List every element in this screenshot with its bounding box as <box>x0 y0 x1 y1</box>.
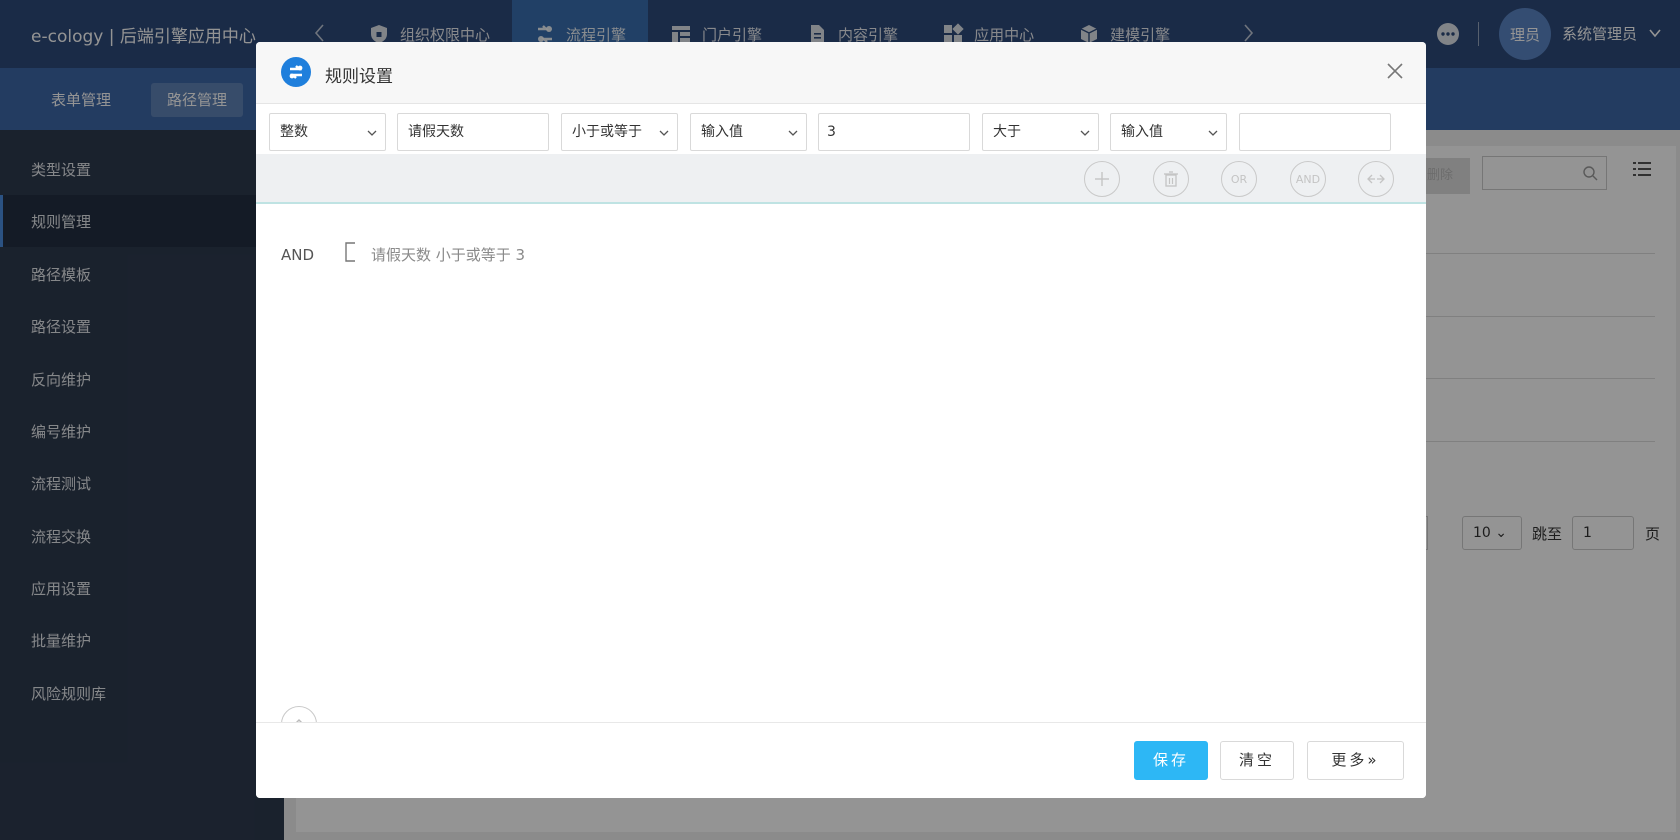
value-type2-value: 输入值 <box>1121 124 1163 140</box>
double-chevron-right-icon: » <box>1367 751 1380 769</box>
operator1-select[interactable]: 小于或等于 <box>561 113 678 151</box>
chevron-down-icon <box>367 130 377 136</box>
field-name-input[interactable]: 请假天数 <box>397 113 549 151</box>
more-button[interactable]: 更多» <box>1307 741 1404 780</box>
and-button[interactable]: AND <box>1290 161 1326 197</box>
more-button-label: 更多 <box>1331 751 1368 769</box>
value2-input[interactable] <box>1239 113 1391 151</box>
add-icon[interactable] <box>1084 161 1120 197</box>
rule-expression-area: AND 请假天数 小于或等于 3 <box>256 206 1426 742</box>
operator2-value: 大于 <box>993 124 1021 140</box>
field-type-select[interactable]: 整数 <box>269 113 386 151</box>
value-type1-select[interactable]: 输入值 <box>690 113 807 151</box>
field-type-value: 整数 <box>280 124 308 140</box>
clear-button[interactable]: 清空 <box>1220 741 1294 780</box>
bracket-icon <box>345 242 355 262</box>
chevron-down-icon <box>659 130 669 136</box>
trash-icon[interactable] <box>1153 161 1189 197</box>
swap-arrows-icon[interactable] <box>1358 161 1394 197</box>
save-button[interactable]: 保存 <box>1134 741 1208 780</box>
rule-operator[interactable]: AND <box>281 246 314 264</box>
value1-input[interactable]: 3 <box>818 113 970 151</box>
rule-toolbar: OR AND <box>256 154 1426 204</box>
operator1-value: 小于或等于 <box>572 124 642 140</box>
value-type1-value: 输入值 <box>701 124 743 140</box>
rule-settings-dialog: 规则设置 整数 请假天数 小于或等于 输入值 3 大于 输入值 OR AND A… <box>256 42 1426 798</box>
chevron-down-icon <box>1080 130 1090 136</box>
dialog-footer: 保存 清空 更多» <box>256 722 1426 798</box>
chevron-down-icon <box>788 130 798 136</box>
close-icon[interactable] <box>1384 60 1406 82</box>
value-type2-select[interactable]: 输入值 <box>1110 113 1227 151</box>
condition-row: 整数 请假天数 小于或等于 输入值 3 大于 输入值 <box>256 104 1426 154</box>
workflow-logo-icon <box>281 57 311 87</box>
operator2-select[interactable]: 大于 <box>982 113 1099 151</box>
rule-expression[interactable]: 请假天数 小于或等于 3 <box>371 244 525 265</box>
dialog-header: 规则设置 <box>256 42 1426 104</box>
or-button[interactable]: OR <box>1221 161 1257 197</box>
chevron-down-icon <box>1208 130 1218 136</box>
dialog-title: 规则设置 <box>325 67 393 87</box>
